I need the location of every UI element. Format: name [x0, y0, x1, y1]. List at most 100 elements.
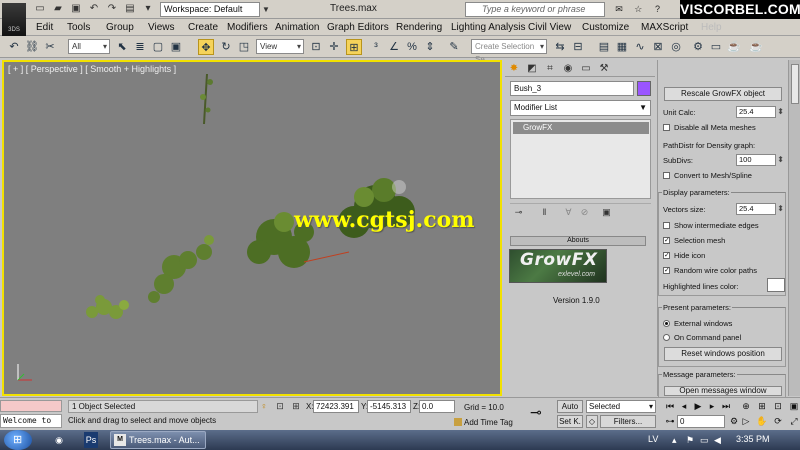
- key-mode-icon[interactable]: ◇: [586, 415, 598, 428]
- rollout-scrollbar[interactable]: [788, 60, 800, 396]
- graphite-tools-icon[interactable]: ▦: [614, 39, 630, 55]
- layer-manager-icon[interactable]: ▤: [596, 39, 612, 55]
- vectors-size-spinner[interactable]: 25.4: [736, 203, 784, 215]
- favorites-icon[interactable]: ☆: [631, 2, 645, 16]
- selection-filter-dropdown[interactable]: All: [68, 39, 110, 54]
- unlink-icon[interactable]: ✂: [42, 39, 58, 55]
- align-icon[interactable]: ⊟: [570, 39, 586, 55]
- set-key-button[interactable]: Set K.: [557, 415, 583, 428]
- application-menu-button[interactable]: 3DS: [2, 3, 26, 37]
- select-and-move-icon[interactable]: ✥: [198, 39, 214, 55]
- menu-graph-editors[interactable]: Graph Editors: [327, 22, 389, 33]
- modify-tab-icon[interactable]: ◩: [525, 62, 539, 76]
- rescale-growfx-button[interactable]: Rescale GrowFX object: [664, 87, 782, 101]
- go-to-start-icon[interactable]: ⏮: [664, 400, 676, 413]
- selection-mesh-checkbox[interactable]: ✓: [663, 237, 670, 244]
- menu-rendering[interactable]: Rendering: [396, 22, 442, 33]
- utilities-tab-icon[interactable]: ⚒: [597, 62, 611, 76]
- pin-stack-icon[interactable]: ⊸: [512, 206, 525, 218]
- chevron-down-icon[interactable]: ▼: [262, 2, 272, 17]
- modifier-list-dropdown[interactable]: Modifier List ▼: [510, 100, 651, 116]
- menu-lighting-analysis[interactable]: Lighting Analysis: [451, 22, 526, 33]
- add-time-tag[interactable]: Add Time Tag: [464, 418, 513, 427]
- start-button[interactable]: ⊞: [4, 430, 32, 450]
- menu-animation[interactable]: Animation: [275, 22, 319, 33]
- menu-create[interactable]: Create: [188, 22, 218, 33]
- hierarchy-tab-icon[interactable]: ⌗: [543, 62, 557, 76]
- object-name-field[interactable]: Bush_3: [510, 81, 634, 96]
- pan-view-icon[interactable]: ✋: [756, 415, 768, 428]
- curve-editor-icon[interactable]: ∿: [632, 39, 648, 55]
- next-frame-icon[interactable]: ▸: [706, 400, 718, 413]
- select-by-name-icon[interactable]: ≣: [132, 39, 148, 55]
- pivot-center-icon[interactable]: ⊡: [308, 39, 324, 55]
- zoom-extents-icon[interactable]: ⊡: [772, 400, 784, 413]
- mirror-icon[interactable]: ⇆: [552, 39, 568, 55]
- remove-modifier-icon[interactable]: ⊘: [578, 206, 591, 218]
- scrollbar-thumb[interactable]: [791, 64, 799, 104]
- perspective-viewport[interactable]: [ + ] [ Perspective ] [ Smooth + Highlig…: [2, 60, 502, 396]
- reference-coordinate-dropdown[interactable]: View: [256, 39, 304, 54]
- select-object-icon[interactable]: ⬉: [114, 39, 130, 55]
- previous-frame-icon[interactable]: ◂: [678, 400, 690, 413]
- percent-snap-icon[interactable]: %: [404, 39, 420, 55]
- schematic-view-icon[interactable]: ⊠: [650, 39, 666, 55]
- field-of-view-icon[interactable]: ▷: [740, 415, 752, 428]
- maxscript-mini-listener-output[interactable]: [0, 400, 62, 412]
- zoom-all-icon[interactable]: ⊞: [756, 400, 768, 413]
- modifier-stack[interactable]: GrowFX: [510, 119, 651, 199]
- maximize-viewport-icon[interactable]: ⤢: [788, 415, 800, 428]
- zoom-extents-all-icon[interactable]: ▣: [788, 400, 800, 413]
- key-filters-button[interactable]: Filters...: [600, 415, 656, 428]
- abouts-rollout-header[interactable]: Abouts: [510, 236, 646, 246]
- angle-snap-icon[interactable]: ∠: [386, 39, 402, 55]
- key-filter-dropdown[interactable]: Selected: [586, 400, 656, 413]
- menu-modifiers[interactable]: Modifiers: [227, 22, 268, 33]
- select-and-link-icon[interactable]: ⛓: [24, 39, 40, 55]
- render-production-icon[interactable]: ☕: [726, 39, 742, 55]
- spinner-snap-icon[interactable]: ⇕: [422, 39, 438, 55]
- current-frame-field[interactable]: 0: [677, 415, 725, 428]
- absolute-mode-icon[interactable]: ⊞: [290, 400, 302, 413]
- window-crossing-icon[interactable]: ▣: [168, 39, 184, 55]
- tray-expand-icon[interactable]: ▴: [672, 432, 677, 448]
- open-messages-button[interactable]: Open messages window: [664, 386, 782, 396]
- set-key-icon[interactable]: ⊸: [530, 404, 542, 421]
- auto-key-button[interactable]: Auto: [557, 400, 583, 413]
- edit-named-selection-icon[interactable]: ✎: [446, 39, 462, 55]
- orbit-icon[interactable]: ⟳: [772, 415, 784, 428]
- communication-center-icon[interactable]: ✉: [612, 2, 626, 16]
- make-unique-icon[interactable]: ∀: [562, 206, 575, 218]
- select-and-rotate-icon[interactable]: ↻: [218, 39, 234, 55]
- show-end-result-icon[interactable]: ‖: [538, 206, 551, 218]
- z-coordinate-field[interactable]: 0.0: [419, 400, 455, 413]
- on-command-panel-radio[interactable]: [663, 334, 670, 341]
- stack-item-growfx[interactable]: GrowFX: [513, 122, 649, 134]
- unit-calc-spinner[interactable]: 25.4: [736, 106, 784, 118]
- show-intermediate-checkbox[interactable]: [663, 222, 670, 229]
- firefox-icon[interactable]: ◉: [52, 432, 66, 448]
- isolate-selection-icon[interactable]: ⊡: [274, 400, 286, 413]
- hide-icon-checkbox[interactable]: ✓: [663, 252, 670, 259]
- selection-lock-icon[interactable]: ♀: [258, 400, 270, 413]
- rendered-frame-window-icon[interactable]: ▭: [708, 39, 724, 55]
- menu-help[interactable]: Help: [701, 22, 722, 33]
- maxscript-mini-listener-input[interactable]: Welcome to: [0, 414, 62, 428]
- open-file-icon[interactable]: ▰: [52, 3, 64, 15]
- keyboard-shortcut-override-icon[interactable]: ⊞: [346, 39, 362, 55]
- y-coordinate-field[interactable]: -5145.313: [367, 400, 411, 413]
- dropdown-arrow-icon[interactable]: ▾: [142, 3, 154, 15]
- play-icon[interactable]: ▶: [692, 400, 704, 413]
- motion-tab-icon[interactable]: ◉: [561, 62, 575, 76]
- undo-icon[interactable]: ↶: [88, 3, 100, 15]
- select-and-manipulate-icon[interactable]: ✛: [326, 39, 342, 55]
- render-setup-icon[interactable]: ⚙: [690, 39, 706, 55]
- menu-views[interactable]: Views: [148, 22, 175, 33]
- help-icon[interactable]: ?: [650, 2, 664, 16]
- system-clock[interactable]: 3:35 PM: [736, 434, 770, 444]
- undo-icon[interactable]: ↶: [6, 39, 22, 55]
- search-input[interactable]: Type a keyword or phrase: [465, 2, 605, 17]
- save-icon[interactable]: ▣: [70, 3, 82, 15]
- workspace-dropdown[interactable]: Workspace: Default: [160, 2, 260, 17]
- menu-civil-view[interactable]: Civil View: [528, 22, 571, 33]
